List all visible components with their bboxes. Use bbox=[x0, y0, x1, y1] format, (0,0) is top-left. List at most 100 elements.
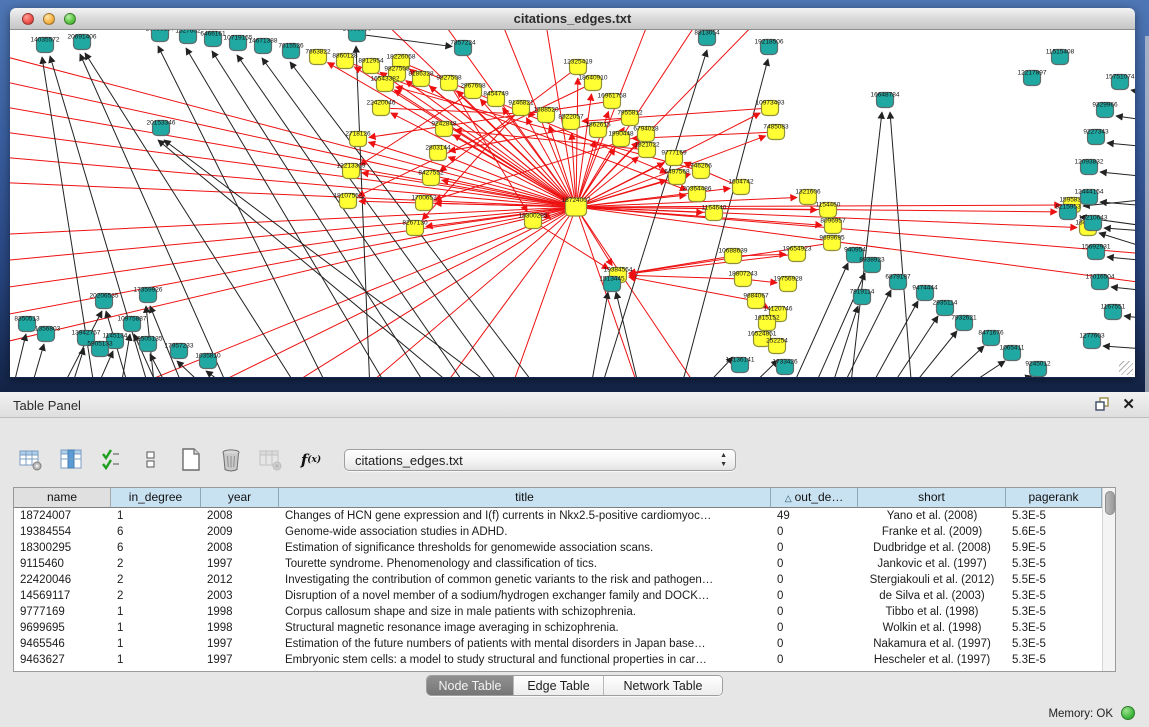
graph-node[interactable]: 8096957 bbox=[820, 218, 846, 234]
graph-node[interactable]: 19218506 bbox=[755, 39, 784, 55]
column-header-title[interactable]: title bbox=[279, 488, 771, 508]
table-row[interactable]: 977716911998Corpus callosum shape and si… bbox=[14, 604, 1102, 620]
graph-node[interactable]: 9474444 bbox=[912, 285, 938, 301]
graph-node[interactable]: 9777169 bbox=[661, 150, 687, 166]
graph-node[interactable]: 6497568 bbox=[664, 169, 690, 185]
graph-node[interactable]: 1621022 bbox=[634, 142, 660, 158]
graph-node[interactable]: 7485083 bbox=[763, 124, 789, 140]
graph-node[interactable]: 9329966 bbox=[1092, 102, 1118, 118]
graph-node[interactable]: 7663822 bbox=[305, 49, 331, 65]
graph-node[interactable]: 20153346 bbox=[147, 120, 176, 136]
table-row[interactable]: 969969511998Structural magnetic resonanc… bbox=[14, 620, 1102, 636]
graph-node[interactable]: 15692931 bbox=[1082, 244, 1111, 260]
graph-node[interactable]: 7615526 bbox=[278, 43, 304, 59]
graph-node[interactable]: 17016504 bbox=[1086, 274, 1115, 290]
delete-table-icon[interactable] bbox=[218, 447, 244, 473]
graph-node[interactable]: 7932621 bbox=[951, 315, 977, 331]
tab-network-table[interactable]: Network Table bbox=[604, 676, 722, 695]
column-header-indegree[interactable]: in_degree bbox=[111, 488, 201, 508]
new-table-icon[interactable] bbox=[178, 447, 204, 473]
window-resize-grip[interactable] bbox=[1119, 361, 1133, 375]
column-header-pagerank[interactable]: pagerank bbox=[1006, 488, 1102, 508]
graph-node[interactable]: 8267130 bbox=[402, 220, 428, 236]
graph-node[interactable]: 1527602 bbox=[175, 30, 201, 44]
graph-node[interactable]: 2718126 bbox=[345, 131, 371, 147]
graph-node[interactable]: 6879197 bbox=[885, 274, 911, 290]
graph-node[interactable]: 16648784 bbox=[871, 92, 900, 108]
graph-node[interactable]: 11356803 bbox=[32, 326, 61, 342]
graph-node[interactable]: 1277603 bbox=[1079, 333, 1105, 349]
graph-node[interactable]: 1862615 bbox=[585, 122, 611, 138]
table-row[interactable]: 2242004622012Investigating the contribut… bbox=[14, 572, 1102, 588]
table-row[interactable]: 1456911722003Disruption of a novel membe… bbox=[14, 588, 1102, 604]
graph-node[interactable]: 10975887 bbox=[118, 316, 147, 332]
graph-node[interactable]: 1167551 bbox=[1101, 304, 1126, 320]
close-panel-icon[interactable]: ✕ bbox=[1122, 398, 1135, 412]
graph-node[interactable]: 8938923 bbox=[859, 257, 885, 273]
graph-node[interactable]: 17359926 bbox=[134, 287, 163, 303]
table-row[interactable]: 1938455462009Genome-wide association stu… bbox=[14, 524, 1102, 540]
graph-hub-node[interactable]: 18724007 bbox=[562, 197, 591, 216]
table-row[interactable]: 1872400712008Changes of HCN gene express… bbox=[14, 508, 1102, 524]
graph-node[interactable]: 12217897 bbox=[1018, 70, 1047, 86]
graph-node[interactable]: 6466161 bbox=[200, 31, 226, 47]
graph-node[interactable]: 14035572 bbox=[31, 37, 60, 53]
graph-node[interactable]: 8912954 bbox=[358, 58, 384, 74]
graph-node[interactable]: 7919114 bbox=[850, 289, 875, 305]
table-settings-icon[interactable] bbox=[18, 447, 44, 473]
graph-node[interactable]: 9245012 bbox=[1025, 361, 1051, 377]
table-source-dropdown[interactable]: citations_edges.txt ▲▼ bbox=[344, 449, 736, 471]
graph-node[interactable]: 2803144 bbox=[425, 145, 451, 161]
graph-node[interactable]: 1154460 bbox=[816, 202, 841, 218]
graph-node[interactable]: 16543382 bbox=[371, 76, 400, 92]
graph-node[interactable]: 19654923 bbox=[783, 246, 812, 262]
graph-node[interactable]: 1733426 bbox=[772, 359, 798, 375]
graph-node[interactable]: 20691406 bbox=[68, 34, 97, 50]
window-titlebar[interactable]: citations_edges.txt bbox=[10, 8, 1135, 30]
network-view-window[interactable]: citations_edges.txt 18724007 766382288601… bbox=[10, 8, 1135, 378]
float-panel-icon[interactable] bbox=[1095, 397, 1110, 412]
graph-node[interactable]: 8186328 bbox=[408, 71, 434, 87]
graph-node[interactable]: 17957233 bbox=[165, 343, 194, 359]
column-header-year[interactable]: year bbox=[201, 488, 279, 508]
graph-node[interactable]: 1604742 bbox=[728, 179, 754, 195]
select-all-icon[interactable] bbox=[98, 447, 124, 473]
graph-node[interactable]: 1588520 bbox=[533, 107, 559, 123]
table-row[interactable]: 1830029562008Estimation of significance … bbox=[14, 540, 1102, 556]
graph-node[interactable]: 14671388 bbox=[249, 38, 278, 54]
graph-node[interactable]: 7857224 bbox=[450, 40, 476, 56]
tab-node-table[interactable]: Node Table bbox=[427, 676, 514, 695]
column-header-outde[interactable]: △out_de… bbox=[771, 488, 858, 508]
graph-node[interactable]: 9227343 bbox=[1083, 129, 1109, 145]
graph-node[interactable]: 1065411 bbox=[1000, 345, 1025, 361]
graph-node[interactable]: 6794028 bbox=[633, 126, 659, 142]
graph-node[interactable]: 15751074 bbox=[1106, 74, 1135, 90]
column-header-short[interactable]: short bbox=[858, 488, 1006, 508]
graph-node[interactable]: 20206535 bbox=[90, 293, 119, 309]
graph-node[interactable]: 252254 bbox=[766, 338, 788, 354]
graph-node[interactable]: 1513445 bbox=[599, 276, 625, 292]
table-row[interactable]: 946554611997Estimation of the future num… bbox=[14, 636, 1102, 652]
table-scrollbar[interactable] bbox=[1102, 488, 1115, 671]
graph-node[interactable]: 12093832 bbox=[1075, 159, 1104, 175]
table-row[interactable]: 911546021997Tourette syndrome. Phenomeno… bbox=[14, 556, 1102, 572]
table-row[interactable]: 946362711997Embryonic stem cells: a mode… bbox=[14, 652, 1102, 668]
graph-node[interactable]: 10653287 bbox=[146, 30, 175, 42]
graph-node[interactable]: 2935114 bbox=[933, 300, 958, 316]
graph-node[interactable]: 8471676 bbox=[978, 330, 1004, 346]
network-canvas[interactable]: 1872400776638228860128891295418226058982… bbox=[10, 30, 1135, 377]
graph-node[interactable]: 16961758 bbox=[598, 93, 627, 109]
scrollbar-thumb[interactable] bbox=[1105, 491, 1115, 515]
column-header-name[interactable]: name bbox=[14, 488, 111, 508]
graph-node[interactable]: 8454749 bbox=[483, 91, 509, 107]
graph-node[interactable]: 8813054 bbox=[694, 30, 720, 46]
graph-node[interactable]: 1035810 bbox=[195, 353, 221, 369]
function-builder-icon[interactable]: f(x) bbox=[298, 447, 324, 473]
graph-node[interactable]: 12325419 bbox=[564, 59, 593, 75]
graph-node[interactable]: 11515408 bbox=[1046, 49, 1075, 65]
tab-edge-table[interactable]: Edge Table bbox=[514, 676, 604, 695]
graph-node[interactable]: 14136141 bbox=[726, 357, 755, 373]
graph-node[interactable]: 8860128 bbox=[332, 53, 358, 69]
graph-node[interactable]: 19756928 bbox=[774, 276, 803, 292]
graph-node[interactable]: 1615152 bbox=[754, 315, 780, 331]
